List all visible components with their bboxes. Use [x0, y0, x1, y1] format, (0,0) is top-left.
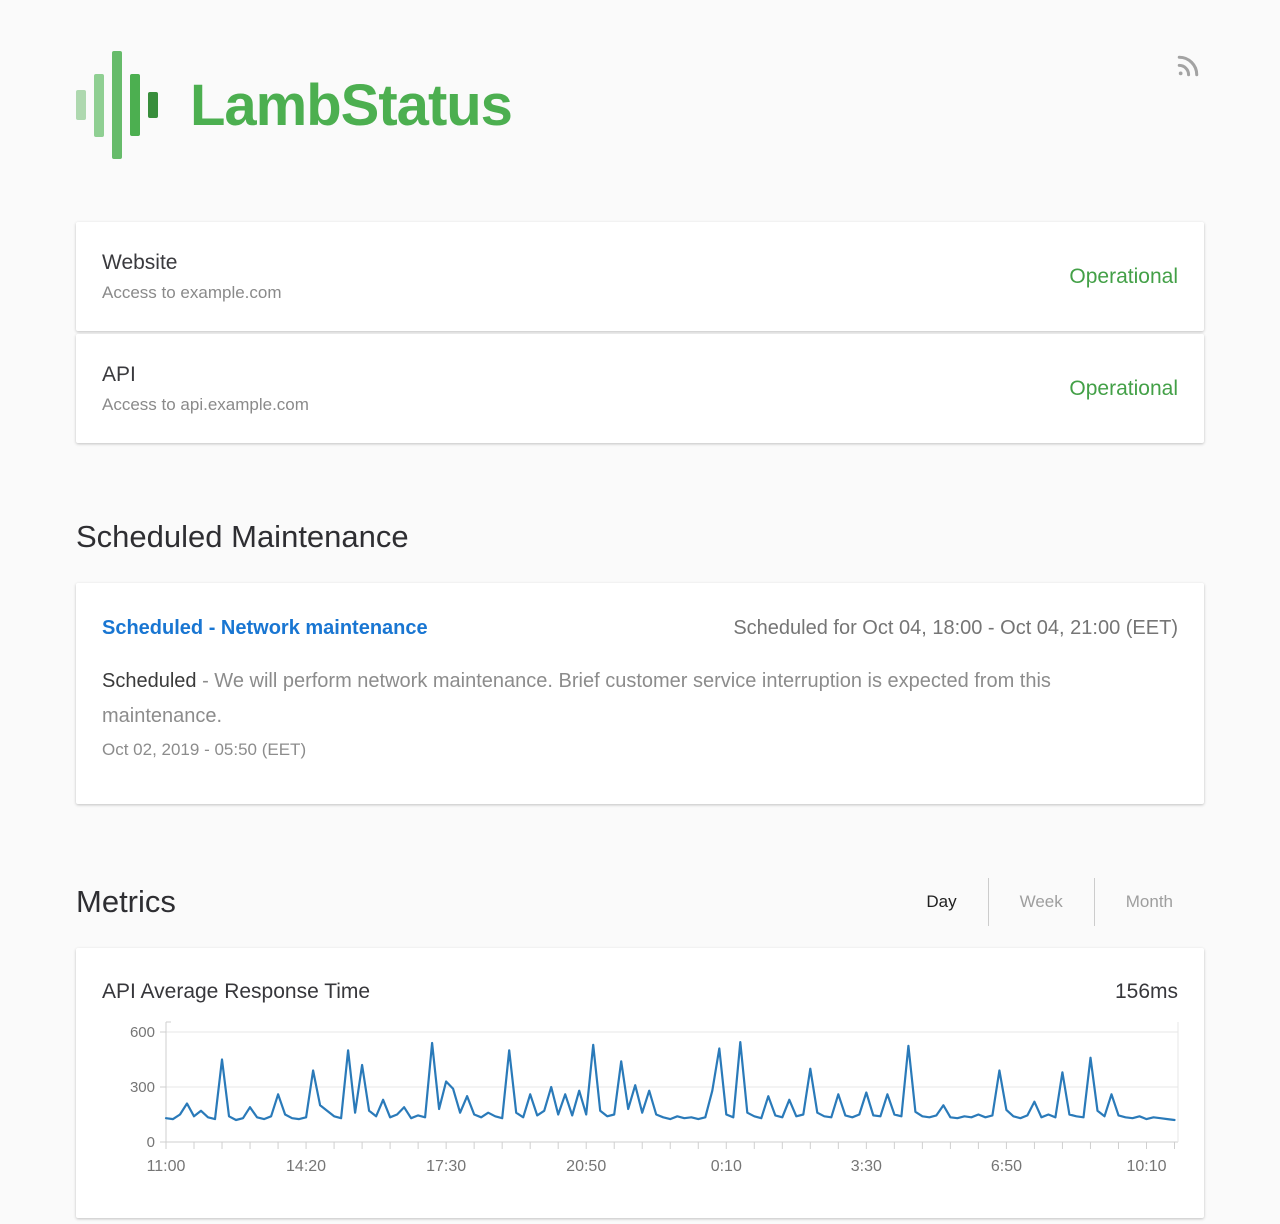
tab-month[interactable]: Month — [1094, 878, 1204, 926]
metrics-title: Metrics — [76, 884, 176, 920]
response-time-chart: 0 300 600 11:00 14:20 17:30 20:50 0:10 3:30 6:50 1… — [102, 1016, 1178, 1193]
maintenance-timestamp: Oct 02, 2019 - 05:50 (EET) — [102, 740, 1178, 760]
svg-text:20:50: 20:50 — [566, 1158, 606, 1175]
metric-title: API Average Response Time — [102, 980, 370, 1004]
svg-text:17:30: 17:30 — [426, 1158, 466, 1175]
service-name: Website — [102, 251, 282, 275]
maintenance-message: Scheduled - We will perform network main… — [102, 664, 1162, 734]
metric-card-api-response-time: API Average Response Time 156ms 0 300 600 1… — [76, 948, 1204, 1218]
line-chart-svg: 0 300 600 11:00 14:20 17:30 20:50 0:10 3:30 6:50 1… — [102, 1016, 1182, 1188]
service-card-website: Website Access to example.com Operationa… — [76, 222, 1204, 331]
maintenance-message-text: - We will perform network maintenance. B… — [102, 670, 1051, 727]
svg-text:6:50: 6:50 — [991, 1158, 1022, 1175]
maintenance-schedule: Scheduled for Oct 04, 18:00 - Oct 04, 21… — [733, 617, 1178, 640]
logo-text: LambStatus — [190, 72, 512, 139]
metric-current-value: 156ms — [1115, 980, 1178, 1004]
svg-text:600: 600 — [130, 1024, 155, 1041]
svg-text:14:20: 14:20 — [286, 1158, 326, 1175]
rss-icon[interactable] — [1174, 52, 1202, 85]
maintenance-item-link[interactable]: Scheduled - Network maintenance — [102, 617, 428, 640]
service-name: API — [102, 363, 309, 387]
maintenance-status-label: Scheduled — [102, 670, 197, 692]
service-description: Access to example.com — [102, 283, 282, 303]
svg-text:0: 0 — [147, 1134, 155, 1151]
metrics-section: Metrics Day Week Month API Average Respo… — [76, 878, 1204, 1218]
tab-day[interactable]: Day — [895, 878, 987, 926]
svg-text:11:00: 11:00 — [147, 1158, 186, 1175]
page-header: LambStatus — [76, 0, 1204, 160]
metrics-range-tabs: Day Week Month — [895, 878, 1204, 926]
svg-text:10:10: 10:10 — [1126, 1158, 1166, 1175]
status-badge: Operational — [1069, 377, 1178, 401]
scheduled-maintenance-section: Scheduled Maintenance Scheduled - Networ… — [76, 519, 1204, 804]
logo-bars-icon — [76, 50, 158, 160]
svg-text:0:10: 0:10 — [711, 1158, 742, 1175]
tab-week[interactable]: Week — [988, 878, 1094, 926]
maintenance-card: Scheduled - Network maintenance Schedule… — [76, 583, 1204, 804]
service-card-api: API Access to api.example.com Operationa… — [76, 334, 1204, 443]
svg-text:300: 300 — [130, 1079, 155, 1096]
svg-text:3:30: 3:30 — [851, 1158, 882, 1175]
scheduled-maintenance-title: Scheduled Maintenance — [76, 519, 1204, 555]
service-description: Access to api.example.com — [102, 395, 309, 415]
services-list: Website Access to example.com Operationa… — [76, 222, 1204, 443]
status-badge: Operational — [1069, 265, 1178, 289]
lambstatus-logo: LambStatus — [76, 50, 512, 160]
